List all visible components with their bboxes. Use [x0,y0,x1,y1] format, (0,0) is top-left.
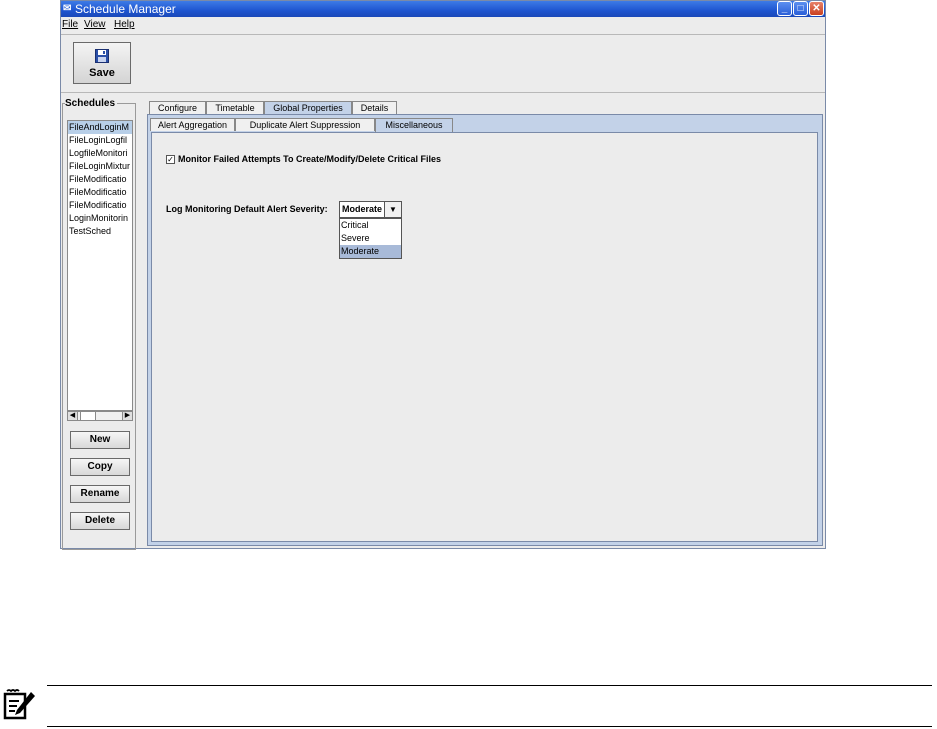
schedule-list-item[interactable]: FileModificatio [68,199,132,212]
severity-option-critical[interactable]: Critical [340,219,401,232]
floppy-disk-icon [95,49,109,63]
schedules-legend: Schedules [65,98,118,109]
monitor-failed-attempts-checkbox[interactable]: ✓ [166,155,175,164]
menu-help[interactable]: Help [114,19,135,30]
note-bottom-rule [47,726,932,727]
schedule-list-item[interactable]: FileAndLoginM [68,121,132,134]
menu-bar: File View Help [61,17,825,33]
scroll-left-arrow-icon[interactable]: ◀ [68,412,78,420]
tab-details[interactable]: Details [352,101,397,114]
severity-select[interactable]: Moderate ▼ [339,201,402,218]
severity-option-moderate[interactable]: Moderate [340,245,401,258]
schedule-list-item[interactable]: FileModificatio [68,173,132,186]
subtab-alert-aggregation[interactable]: Alert Aggregation [150,118,235,131]
copy-button[interactable]: Copy [70,458,130,476]
severity-dropdown-list: Critical Severe Moderate [339,218,402,259]
menu-file[interactable]: File [62,19,78,30]
schedule-list-item[interactable]: FileLoginMixtur [68,160,132,173]
monitor-failed-attempts-label: Monitor Failed Attempts To Create/Modify… [178,154,442,164]
toolbar: Save [61,34,825,93]
maximize-button[interactable]: □ [793,1,808,16]
severity-label: Log Monitoring Default Alert Severity: [166,204,328,214]
save-button[interactable]: Save [73,42,131,84]
severity-option-severe[interactable]: Severe [340,232,401,245]
scroll-right-arrow-icon[interactable]: ▶ [122,412,132,420]
subtab-duplicate-alert-suppression[interactable]: Duplicate Alert Suppression [235,118,375,131]
delete-button[interactable]: Delete [70,512,130,530]
scroll-thumb[interactable] [80,412,96,420]
global-properties-panel: Alert Aggregation Duplicate Alert Suppre… [147,114,823,546]
schedules-horizontal-scrollbar[interactable]: ◀ ▶ [67,411,133,421]
schedules-group: Schedules FileAndLoginM FileLoginLogfil … [62,98,136,550]
schedule-list-item[interactable]: LogfileMonitori [68,147,132,160]
tab-timetable[interactable]: Timetable [206,101,264,114]
rename-button[interactable]: Rename [70,485,130,503]
title-bar[interactable]: ✉ Schedule Manager _ □ ✕ [61,1,825,17]
close-button[interactable]: ✕ [809,1,824,16]
menu-view[interactable]: View [84,19,106,30]
new-button[interactable]: New [70,431,130,449]
note-pencil-icon [3,689,35,720]
note-top-rule [47,685,932,686]
chevron-down-icon[interactable]: ▼ [384,202,401,217]
subtab-miscellaneous[interactable]: Miscellaneous [375,118,453,132]
schedule-list-item[interactable]: TestSched [68,225,132,238]
minimize-button[interactable]: _ [777,1,792,16]
app-icon: ✉ [63,3,72,14]
severity-selected-value: Moderate [342,204,383,214]
schedule-list-item[interactable]: FileLoginLogfil [68,134,132,147]
schedule-manager-window: ✉ Schedule Manager _ □ ✕ File View Help … [60,0,826,550]
schedule-list-item[interactable]: FileModificatio [68,186,132,199]
miscellaneous-content: ✓ Monitor Failed Attempts To Create/Modi… [151,132,818,542]
tab-configure[interactable]: Configure [149,101,206,114]
schedule-list-item[interactable]: LoginMonitorin [68,212,132,225]
schedules-list[interactable]: FileAndLoginM FileLoginLogfil LogfileMon… [67,120,133,411]
tab-global-properties[interactable]: Global Properties [264,101,352,115]
window-title: Schedule Manager [75,2,176,16]
save-label: Save [89,67,115,79]
